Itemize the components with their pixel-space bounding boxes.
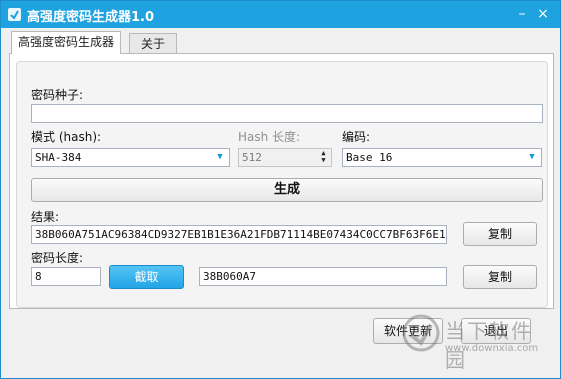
watermark-url: www.downxia.com	[445, 343, 539, 354]
hash-length-stepper: 512 ▲ ▼	[238, 148, 332, 167]
hash-length-value: 512	[242, 151, 262, 164]
mode-label: 模式 (hash):	[31, 130, 102, 144]
result-field[interactable]: 38B060A751AC96384CD9327EB1B1E36A21FDB711…	[31, 225, 447, 244]
tab-panel: 密码种子: 模式 (hash): Hash 长度: 编码: SHA-384 ▼ …	[9, 53, 554, 309]
copy-result-button[interactable]: 复制	[463, 222, 537, 246]
encoding-select[interactable]: Base 16 ▼	[342, 148, 542, 167]
generate-button[interactable]: 生成	[31, 178, 543, 202]
hash-length-label: Hash 长度:	[238, 130, 301, 144]
encoding-label: 编码:	[342, 130, 371, 144]
minimize-icon[interactable]: –	[513, 5, 531, 23]
generator-group: 密码种子: 模式 (hash): Hash 长度: 编码: SHA-384 ▼ …	[16, 61, 548, 308]
password-length-label: 密码长度:	[31, 251, 84, 265]
chevron-down-icon[interactable]: ▼	[213, 150, 227, 165]
password-length-input[interactable]: 8	[31, 267, 101, 286]
title-bar[interactable]: 高强度密码生成器1.0 – ×	[1, 1, 560, 28]
tab-about[interactable]: 关于	[129, 33, 177, 53]
tab-bar: 高强度密码生成器 关于	[9, 31, 549, 54]
close-icon[interactable]: ×	[534, 5, 552, 23]
exit-button[interactable]: 退出	[461, 318, 531, 344]
chevron-down-icon[interactable]: ▼	[525, 150, 539, 165]
mode-select[interactable]: SHA-384 ▼	[31, 148, 230, 167]
app-window: 高强度密码生成器1.0 – × 高强度密码生成器 关于 密码种子: 模式 (ha…	[0, 0, 561, 379]
result-label: 结果:	[31, 210, 60, 224]
spin-buttons: ▲ ▼	[317, 150, 330, 165]
copy-password-button[interactable]: 复制	[463, 265, 537, 289]
mode-value: SHA-384	[35, 151, 82, 164]
cut-result-field[interactable]: 38B060A7	[199, 267, 447, 286]
tab-generator[interactable]: 高强度密码生成器	[11, 31, 122, 54]
seed-input[interactable]	[31, 104, 543, 123]
encoding-value: Base 16	[346, 151, 393, 164]
seed-label: 密码种子:	[31, 88, 84, 102]
update-button[interactable]: 软件更新	[373, 318, 443, 344]
app-logo-icon	[8, 8, 21, 21]
spin-down-icon: ▼	[321, 156, 326, 164]
window-title: 高强度密码生成器1.0	[27, 10, 155, 25]
cut-button[interactable]: 截取	[109, 265, 184, 289]
